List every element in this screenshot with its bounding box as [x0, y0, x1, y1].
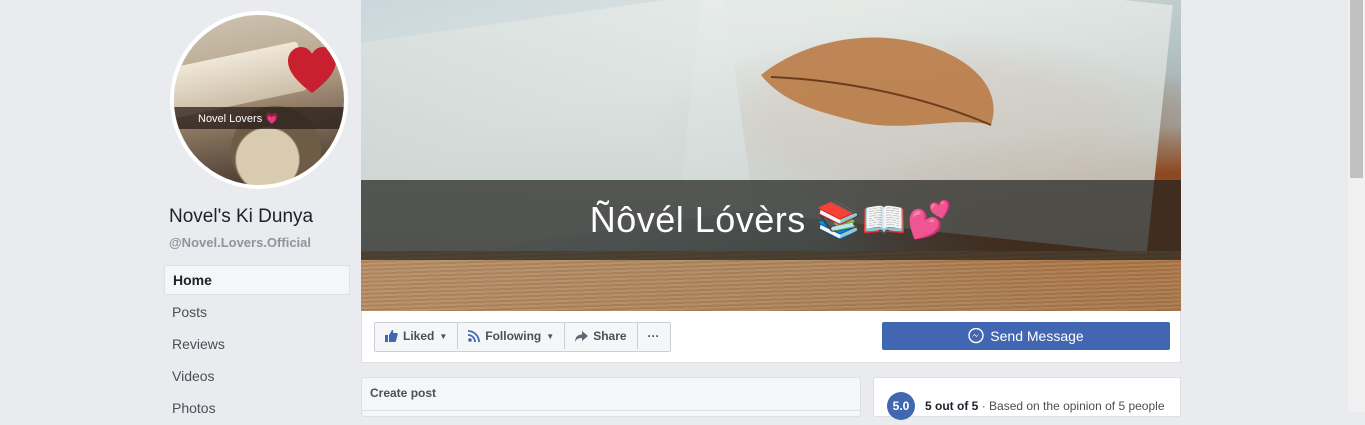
- liked-button[interactable]: Liked ▼: [375, 323, 459, 349]
- profile-picture[interactable]: Novel Lovers 💗: [170, 11, 348, 189]
- cover-title: Ñôvél Lóvèrs 📚📖💕: [361, 180, 1181, 260]
- cover-photo[interactable]: Ñôvél Lóvèrs 📚📖💕: [361, 0, 1181, 311]
- divider: [362, 410, 860, 411]
- page-actions-group: Liked ▼ Following ▼ Share ···: [374, 322, 671, 352]
- rss-icon: [468, 330, 481, 342]
- autumn-leaf-graphic: [761, 37, 994, 126]
- rating-card: 5.0 5 out of 5 · Based on the opinion of…: [873, 377, 1181, 420]
- rating-summary-score: 5 out of 5: [925, 399, 979, 413]
- sidebar-item-home[interactable]: Home: [164, 265, 350, 295]
- profile-image: Novel Lovers 💗: [174, 15, 344, 185]
- scrollbar-thumb[interactable]: [1350, 0, 1363, 178]
- page-title[interactable]: Novel's Ki Dunya: [169, 206, 313, 228]
- rating-summary-detail: · Based on the opinion of 5 people: [981, 399, 1165, 413]
- thumbs-up-icon: [385, 330, 398, 342]
- chevron-down-icon: ▼: [546, 331, 555, 341]
- chevron-down-icon: ▼: [439, 331, 448, 341]
- share-label: Share: [593, 329, 627, 343]
- rating-score-badge: 5.0: [887, 392, 915, 420]
- send-message-button[interactable]: Send Message: [882, 322, 1170, 350]
- sidebar-item-videos[interactable]: Videos: [164, 361, 350, 393]
- book-pages-edge: [361, 251, 1181, 311]
- sidebar-item-reviews[interactable]: Reviews: [164, 329, 350, 361]
- messenger-icon: [968, 328, 984, 344]
- liked-label: Liked: [403, 329, 435, 343]
- heart-icon: [288, 47, 336, 93]
- following-button[interactable]: Following ▼: [458, 323, 566, 349]
- profile-image-label: Novel Lovers 💗: [174, 107, 344, 129]
- page-scrollbar[interactable]: [1348, 0, 1365, 412]
- send-message-label: Send Message: [990, 328, 1084, 344]
- rating-summary: 5 out of 5 · Based on the opinion of 5 p…: [925, 399, 1165, 413]
- share-button[interactable]: Share: [565, 323, 638, 349]
- more-options-button[interactable]: ···: [638, 323, 670, 349]
- sidebar-nav: Home Posts Reviews Videos Photos: [164, 265, 350, 425]
- following-label: Following: [485, 329, 542, 343]
- create-post-title: Create post: [370, 386, 437, 400]
- create-post-card[interactable]: Create post: [361, 377, 861, 417]
- sidebar-item-photos[interactable]: Photos: [164, 393, 350, 425]
- sidebar-item-posts[interactable]: Posts: [164, 297, 350, 329]
- page-action-bar: Liked ▼ Following ▼ Share ··· Send Messa…: [361, 311, 1181, 363]
- more-icon: ···: [647, 329, 660, 343]
- share-arrow-icon: [575, 330, 589, 342]
- page-handle[interactable]: @Novel.Lovers.Official: [169, 235, 311, 250]
